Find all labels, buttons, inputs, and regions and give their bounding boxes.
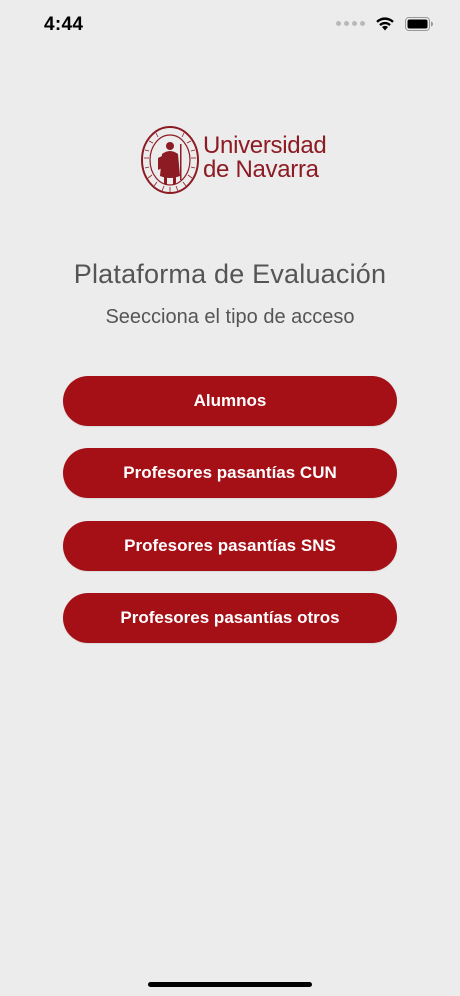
page-title: Plataforma de Evaluación [73, 259, 387, 289]
universidad-de-navarra-logo: Universidad de Navarra [140, 124, 327, 196]
university-seal-icon [141, 126, 199, 194]
status-icons [336, 16, 434, 31]
profesores-cun-button[interactable]: Profesores pasantías CUN [63, 448, 397, 498]
home-indicator[interactable] [148, 982, 312, 987]
profesores-sns-button[interactable]: Profesores pasantías SNS [63, 521, 397, 571]
logo-wordmark: Universidad de Navarra [203, 132, 327, 183]
logo-line-1: Universidad [203, 132, 327, 159]
alumnos-button[interactable]: Alumnos [63, 376, 397, 426]
page-subtitle: Seecciona el tipo de acceso [105, 306, 355, 328]
battery-icon [405, 16, 433, 31]
logo-line-2: de Navarra [203, 156, 319, 183]
wifi-icon [376, 17, 394, 31]
cellular-signal-icon [336, 21, 365, 26]
status-time: 4:44 [44, 14, 84, 35]
status-bar: 4:44 [0, 0, 460, 52]
profesores-otros-button[interactable]: Profesores pasantías otros [63, 593, 397, 643]
